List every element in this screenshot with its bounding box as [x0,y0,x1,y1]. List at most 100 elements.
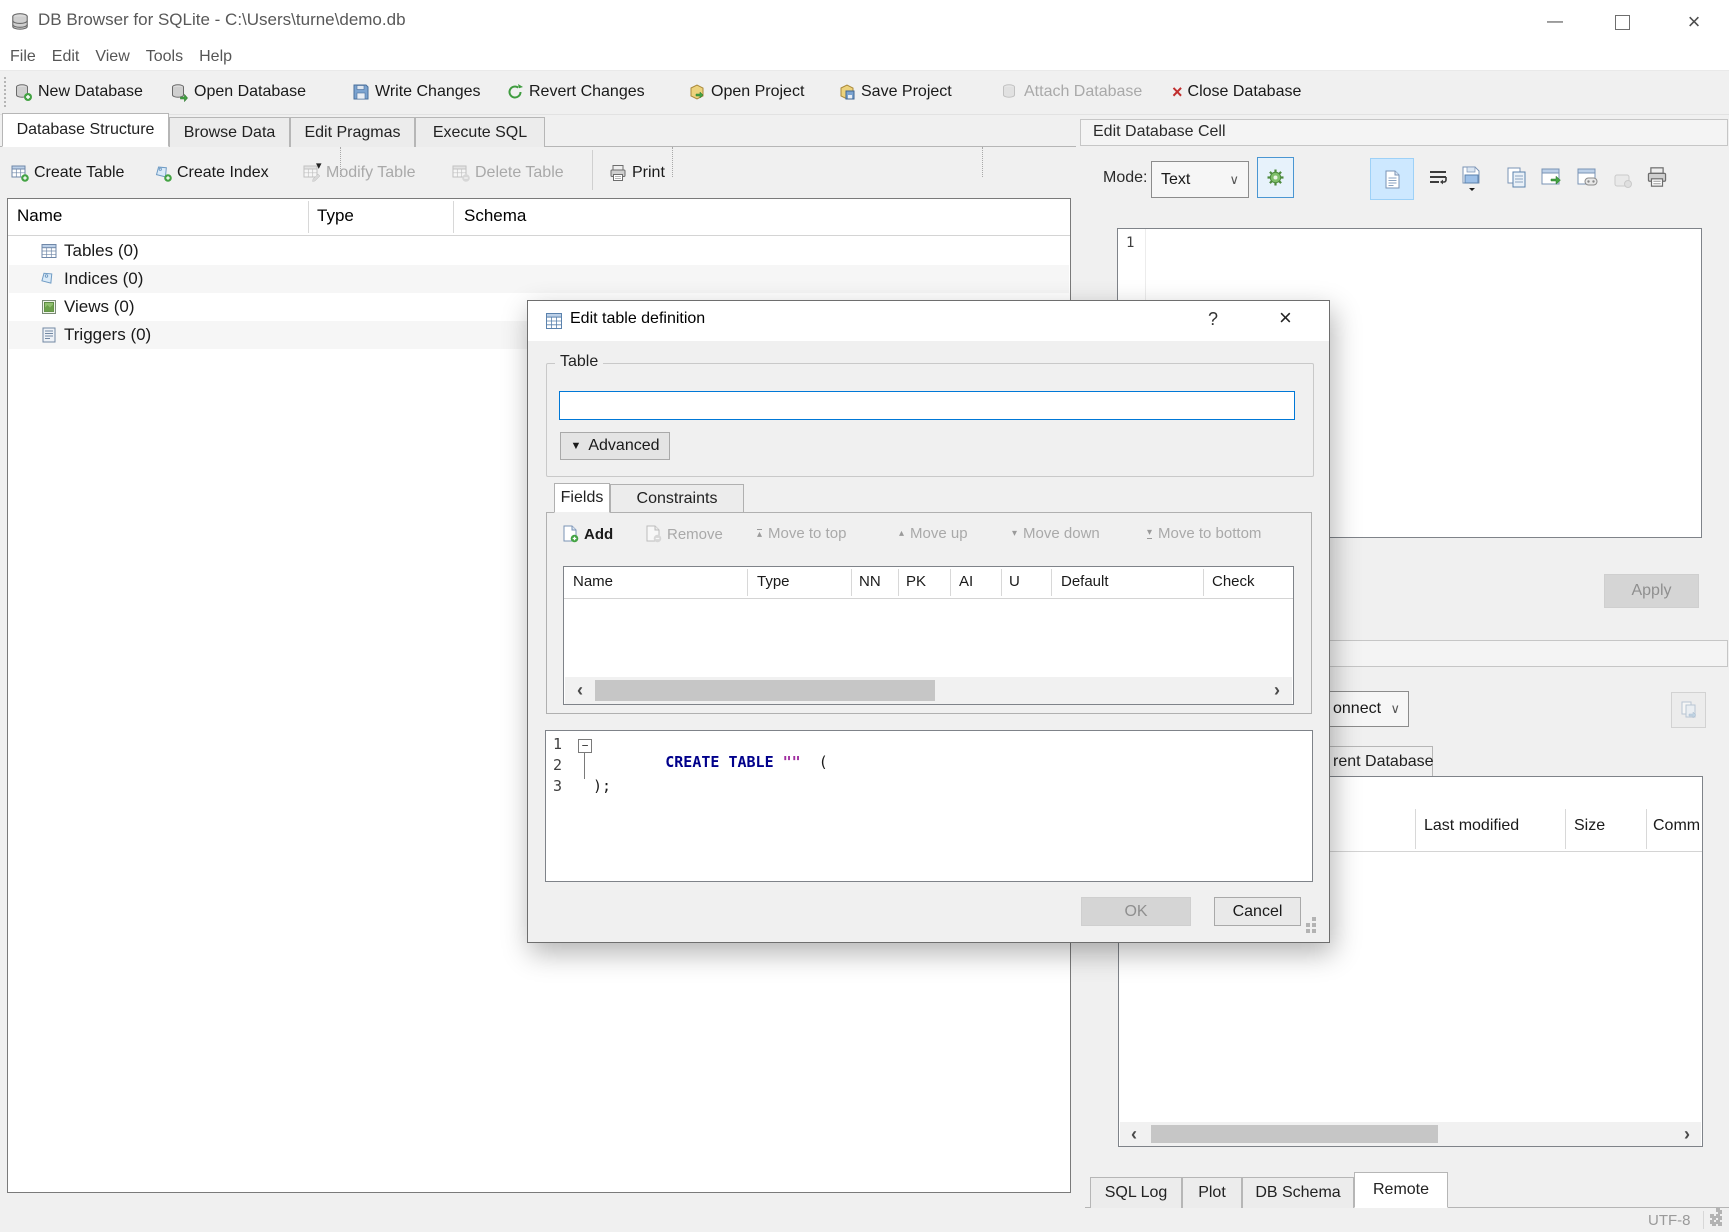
add-field-button[interactable]: Add [562,525,613,543]
sql-code-line-3: ); [593,777,611,795]
import-data-icon[interactable] [1460,164,1484,192]
cancel-button[interactable]: Cancel [1214,897,1301,926]
col-ai[interactable]: AI [959,573,973,590]
tree-column-schema[interactable]: Schema [464,206,526,226]
fields-horizontal-scrollbar[interactable]: ‹ › [565,677,1292,704]
tree-row-indices[interactable]: Indices (0) [9,265,1069,293]
main-toolbar: New Database Open Database ▾ Write Chang… [0,70,1729,115]
link-window-icon[interactable] [1576,166,1600,190]
open-in-window-icon[interactable] [1540,166,1564,190]
col-pk[interactable]: PK [906,573,926,590]
scroll-left-icon[interactable]: ‹ [569,679,591,701]
col-default[interactable]: Default [1061,573,1109,590]
identity-chevron-icon: ∨ [1390,701,1400,717]
tab-sql-log[interactable]: SQL Log [1090,1177,1182,1208]
gear-icon [1266,168,1285,187]
open-project-label: Open Project [711,83,804,101]
tab-plot[interactable]: Plot [1182,1177,1242,1208]
maximize-button[interactable] [1599,0,1645,44]
create-table-button[interactable]: Create Table [11,156,124,190]
sql-line-number: 2 [553,756,562,774]
print-icon [609,164,627,182]
save-project-button[interactable]: Save Project [838,75,952,109]
views-icon [40,298,58,316]
open-database-button[interactable]: Open Database [170,75,306,109]
tab-db-schema[interactable]: DB Schema [1242,1177,1354,1208]
scroll-thumb[interactable] [1151,1125,1438,1143]
menu-edit[interactable]: Edit [44,46,88,68]
clone-database-button [1671,692,1706,728]
move-to-bottom-icon: ▾ [1147,529,1152,539]
minimize-button[interactable]: — [1532,0,1578,44]
export-data-icon[interactable] [1506,166,1528,190]
tree-column-type[interactable]: Type [317,206,354,226]
scroll-left-icon[interactable]: ‹ [1123,1123,1145,1145]
tab-fields[interactable]: Fields [554,483,610,513]
dialog-resize-grip[interactable] [1306,923,1310,927]
toolbar-drag-handle[interactable] [4,77,6,107]
tree-column-name[interactable]: Name [17,206,62,226]
tab-database-structure[interactable]: Database Structure [2,113,169,147]
encoding-indicator[interactable]: UTF-8 [1648,1212,1691,1229]
create-index-button[interactable]: Create Index [154,156,269,190]
menu-help[interactable]: Help [191,46,240,68]
delete-table-button: Delete Table [452,156,564,190]
col-name[interactable]: Name [573,573,613,590]
print-button[interactable]: Print [609,156,665,190]
write-changes-button[interactable]: Write Changes [352,75,481,109]
remote-column-size[interactable]: Size [1574,817,1605,835]
new-database-button[interactable]: New Database [14,75,143,109]
col-u[interactable]: U [1009,573,1020,590]
open-project-button[interactable]: Open Project [688,75,804,109]
sql-line-number: 1 [553,735,562,753]
menu-tools[interactable]: Tools [138,46,191,68]
col-nn[interactable]: NN [859,573,881,590]
window-resize-grip[interactable] [1712,1216,1716,1220]
mode-chevron-icon: ∨ [1229,172,1239,188]
tab-execute-sql[interactable]: Execute SQL [415,117,545,147]
print-cell-icon[interactable] [1646,166,1668,188]
auto-switch-mode-button[interactable] [1257,157,1294,198]
tab-edit-pragmas[interactable]: Edit Pragmas [290,117,415,147]
close-database-label: Close Database [1188,83,1302,101]
col-check[interactable]: Check [1212,573,1255,590]
fields-table-header: Name Type NN PK AI U Default Check [564,567,1293,599]
open-database-label: Open Database [194,83,306,101]
move-to-bottom-button: ▾ Move to bottom [1147,525,1261,542]
revert-changes-button[interactable]: Revert Changes [506,75,645,109]
close-window-button[interactable]: × [1671,0,1717,44]
dialog-help-button[interactable]: ? [1208,309,1218,330]
menu-view[interactable]: View [87,46,137,68]
dialog-title-bar[interactable]: Edit table definition ? × [528,301,1329,341]
menu-file[interactable]: File [2,46,44,68]
open-database-icon [170,83,189,102]
remote-column-last-modified[interactable]: Last modified [1424,817,1519,835]
scroll-right-icon[interactable]: › [1266,679,1288,701]
dialog-close-button[interactable]: × [1279,305,1292,331]
cell-editor-line-number: 1 [1126,235,1134,251]
advanced-button[interactable]: ▼ Advanced [560,432,670,460]
col-type[interactable]: Type [757,573,790,590]
text-mode-toggle[interactable] [1370,158,1414,200]
remote-column-commit[interactable]: Comm [1653,817,1700,835]
fold-marker-icon[interactable]: − [578,739,592,753]
identity-combobox[interactable]: onnect ∨ [1325,691,1409,727]
remote-horizontal-scrollbar[interactable]: ‹ › [1120,1122,1701,1146]
maximize-icon [1615,15,1630,30]
tab-constraints[interactable]: Constraints [610,484,744,513]
table-definition-icon [545,312,563,330]
tree-row-tables[interactable]: Tables (0) [9,237,1069,265]
table-name-input[interactable] [559,391,1295,420]
remove-field-button: Remove [645,525,723,543]
tab-browse-data[interactable]: Browse Data [169,117,290,147]
scroll-thumb[interactable] [595,680,935,701]
write-changes-label: Write Changes [375,83,481,101]
remove-field-icon [645,525,662,543]
tab-remote[interactable]: Remote [1354,1172,1448,1208]
move-to-top-button: ▴ Move to top [757,525,846,542]
tab-current-database[interactable]: rent Database [1326,746,1433,776]
close-database-button[interactable]: × Close Database [1172,75,1301,109]
word-wrap-icon[interactable] [1428,168,1448,188]
scroll-right-icon[interactable]: › [1676,1123,1698,1145]
mode-combobox[interactable]: Text ∨ [1151,161,1249,198]
